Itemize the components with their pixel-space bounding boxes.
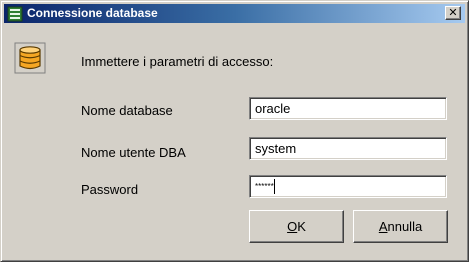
password-field[interactable]: ******	[249, 175, 447, 198]
ok-button[interactable]: OK	[249, 210, 344, 243]
password-mask: ******	[255, 182, 274, 191]
ok-accelerator: O	[287, 219, 298, 234]
database-name-label: Nome database	[81, 103, 173, 118]
title-bar[interactable]: Connessione database ✕	[4, 4, 465, 23]
database-app-icon	[7, 6, 23, 22]
dba-username-field[interactable]: system	[249, 137, 447, 160]
text-caret	[273, 179, 275, 195]
ok-label-rest: K	[297, 219, 306, 234]
close-button[interactable]: ✕	[445, 6, 461, 20]
database-icon	[14, 42, 46, 74]
instruction-text: Immettere i parametri di accesso:	[81, 54, 274, 69]
cancel-button[interactable]: Annulla	[353, 210, 448, 243]
window-title: Connessione database	[27, 6, 158, 20]
connection-dialog: Connessione database ✕ Immettere i param…	[0, 0, 469, 262]
close-icon: ✕	[448, 6, 458, 19]
password-label: Password	[81, 182, 139, 197]
database-name-field[interactable]: oracle	[249, 97, 447, 120]
cancel-label-rest: nnulla	[387, 219, 423, 234]
dba-username-label: Nome utente DBA	[81, 145, 186, 160]
